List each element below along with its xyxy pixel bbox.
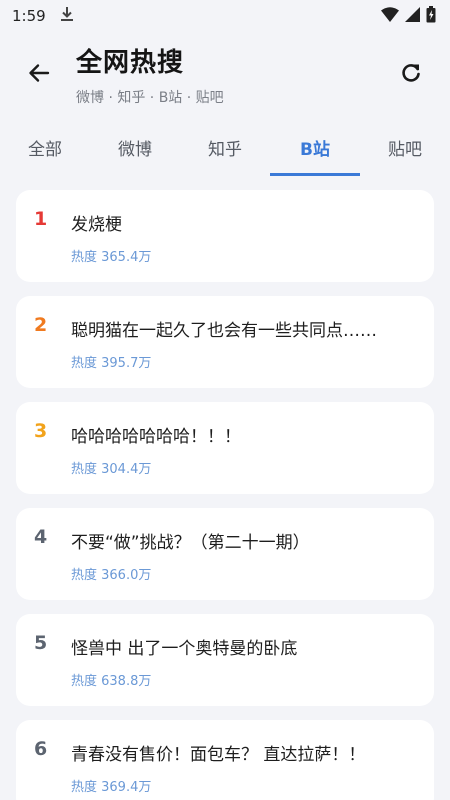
battery-icon	[426, 5, 436, 27]
tab-all[interactable]: 全部	[0, 118, 90, 176]
list-item[interactable]: 1 发烧梗 热度 365.4万	[16, 190, 434, 282]
tab-zhihu[interactable]: 知乎	[180, 118, 270, 176]
item-title: 怪兽中 出了一个奥特曼的卧底	[71, 639, 298, 659]
tab-bilibili[interactable]: B站	[270, 118, 360, 176]
list-item[interactable]: 6 青春没有售价！面包车？ 直达拉萨！！ 热度 369.4万	[16, 720, 434, 800]
refresh-icon	[402, 64, 420, 82]
title-block: 全网热搜 微博 · 知乎 · B站 · 贴吧	[76, 42, 224, 107]
item-heat: 热度 366.0万	[71, 568, 152, 583]
item-title: 哈哈哈哈哈哈哈！！！	[71, 427, 241, 447]
page-subtitle: 微博 · 知乎 · B站 · 贴吧	[76, 90, 224, 106]
list-item[interactable]: 2 聪明猫在一起久了也会有一些共同点…… 热度 395.7万	[16, 296, 434, 388]
download-icon	[60, 6, 74, 26]
list-item[interactable]: 3 哈哈哈哈哈哈哈！！！ 热度 304.4万	[16, 402, 434, 494]
rank-number: 1	[34, 208, 48, 230]
rank-number: 4	[34, 526, 48, 548]
tab-weibo[interactable]: 微博	[90, 118, 180, 176]
item-title: 不要“做”挑战？（第二十一期）	[71, 533, 310, 553]
item-heat: 热度 365.4万	[71, 250, 152, 265]
item-heat: 热度 638.8万	[71, 674, 152, 689]
tab-tieba[interactable]: 贴吧	[360, 118, 450, 176]
rank-number: 3	[34, 420, 48, 442]
signal-icon	[405, 6, 420, 26]
rank-number: 5	[34, 632, 48, 654]
item-heat: 热度 395.7万	[71, 356, 152, 371]
back-button[interactable]	[22, 56, 56, 90]
status-time: 1:59	[12, 7, 46, 25]
status-right	[381, 5, 436, 27]
rank-number: 2	[34, 314, 48, 336]
tab-bar: 全部 微博 知乎 B站 贴吧	[0, 118, 450, 176]
rank-number: 6	[34, 738, 48, 760]
item-heat: 热度 304.4万	[71, 462, 152, 477]
item-title: 发烧梗	[71, 215, 122, 235]
hot-list: 1 发烧梗 热度 365.4万 2 聪明猫在一起久了也会有一些共同点…… 热度 …	[16, 190, 434, 800]
page-title: 全网热搜	[76, 48, 185, 78]
status-bar: 1:59	[0, 0, 450, 32]
item-title: 聪明猫在一起久了也会有一些共同点……	[71, 321, 377, 341]
item-title: 青春没有售价！面包车？ 直达拉萨！！	[71, 745, 366, 765]
app-bar: 全网热搜 微博 · 知乎 · B站 · 贴吧	[0, 32, 450, 116]
tab-active-indicator	[270, 173, 360, 176]
item-heat: 热度 369.4万	[71, 780, 152, 795]
arrow-left-icon	[29, 64, 50, 82]
refresh-button[interactable]	[394, 56, 428, 90]
status-left: 1:59	[12, 6, 74, 26]
list-item[interactable]: 4 不要“做”挑战？（第二十一期） 热度 366.0万	[16, 508, 434, 600]
tab-bilibili-label: B站	[300, 139, 330, 160]
wifi-icon	[381, 6, 399, 26]
list-item[interactable]: 5 怪兽中 出了一个奥特曼的卧底 热度 638.8万	[16, 614, 434, 706]
